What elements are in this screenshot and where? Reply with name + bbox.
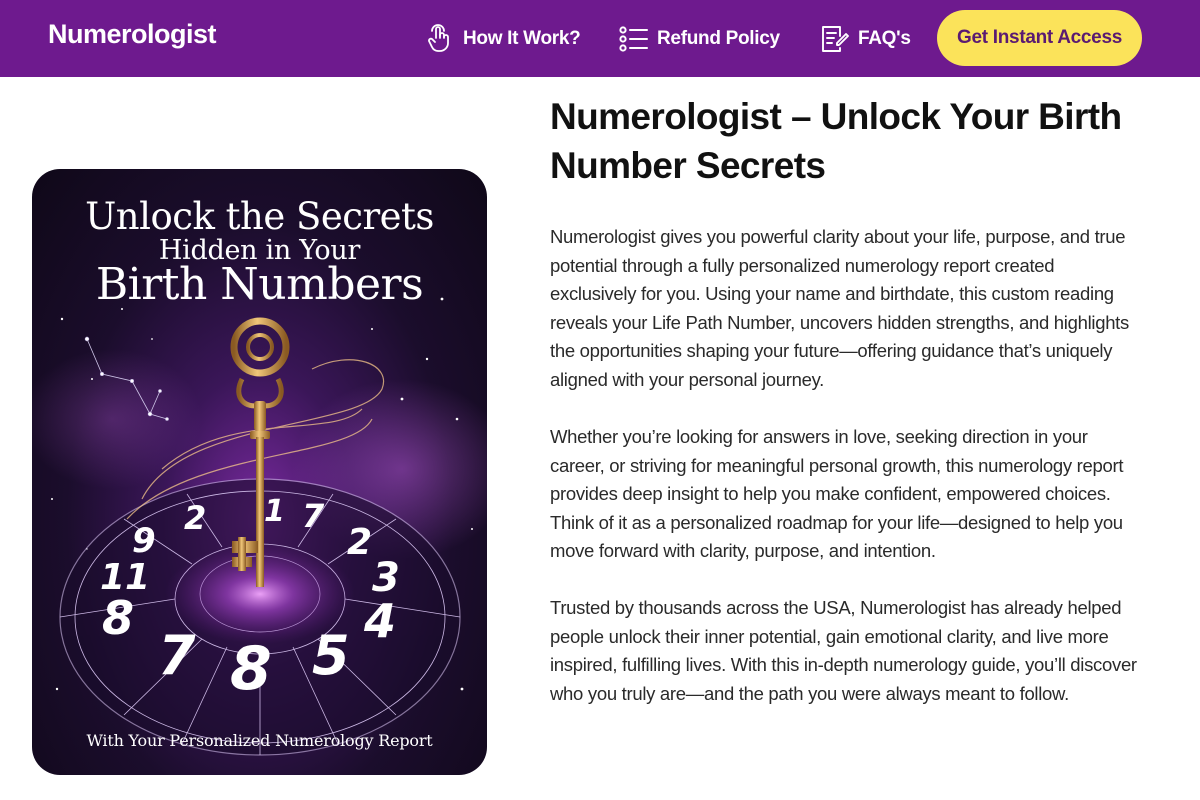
dial-number: 1	[264, 494, 285, 529]
page-headline: Numerologist – Unlock Your Birth Number …	[550, 96, 1122, 186]
cover-title-line3: Birth Numbers	[95, 259, 424, 310]
document-edit-icon	[820, 24, 850, 54]
dial-number: 5	[312, 624, 350, 687]
paragraph-intro: Numerologist gives you powerful clarity …	[550, 226, 1129, 390]
dial-number: 4	[363, 594, 396, 648]
dial-number: 8	[102, 591, 134, 645]
nav-refund-policy-label: Refund Policy	[657, 28, 780, 49]
nav-how-it-works[interactable]: How It Work?	[425, 22, 581, 56]
cover-title-line1: Unlock the Secrets	[85, 195, 434, 238]
paragraph-trust: Trusted by thousands across the USA, Num…	[550, 597, 1137, 704]
nav-refund-policy[interactable]: Refund Policy	[619, 22, 780, 56]
top-navbar: Numerologist How It Work? Refund Policy	[0, 0, 1200, 77]
dial-number: 7	[302, 497, 325, 535]
brand-logo[interactable]: Numerologist	[48, 19, 217, 50]
list-icon	[619, 24, 649, 54]
nav-faqs[interactable]: FAQ's	[820, 22, 911, 56]
dial-number: 2	[347, 522, 372, 563]
nav-how-it-works-label: How It Work?	[463, 28, 581, 49]
dial-number: 8	[230, 634, 272, 704]
paragraph-benefits: Whether you’re looking for answers in lo…	[550, 426, 1124, 562]
cover-subtitle: With Your Personalized Numerology Report	[86, 731, 433, 750]
dial-number: 11	[100, 557, 150, 598]
nav-faqs-label: FAQ's	[858, 28, 911, 49]
hand-pointer-icon	[425, 24, 455, 54]
dial-number: 9	[132, 521, 156, 561]
dial-number: 2	[184, 499, 206, 537]
product-cover-image: 1 7 2 3 4 5 8 7 8 11 9 2 Unlock the Secr…	[32, 169, 487, 775]
get-instant-access-button[interactable]: Get Instant Access	[937, 10, 1142, 66]
dial-number: 7	[158, 624, 196, 687]
